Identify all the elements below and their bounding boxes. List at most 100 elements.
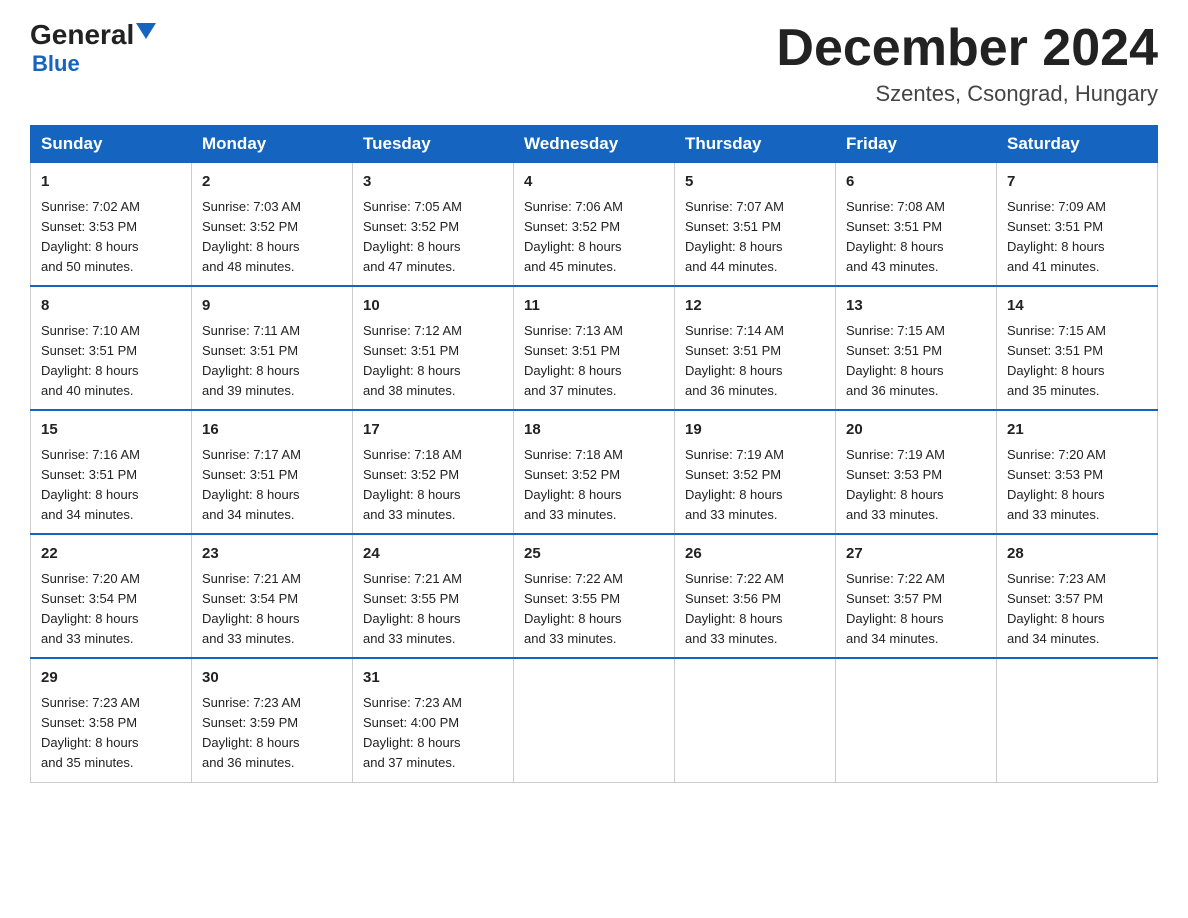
- table-row: 11 Sunrise: 7:13 AM Sunset: 3:51 PM Dayl…: [514, 286, 675, 410]
- day-number: 22: [41, 543, 181, 566]
- cell-info: Sunrise: 7:19 AM Sunset: 3:52 PM Dayligh…: [685, 445, 825, 526]
- day-number: 17: [363, 419, 503, 442]
- day-number: 13: [846, 295, 986, 318]
- logo-triangle-icon: [136, 23, 156, 39]
- table-row: 27 Sunrise: 7:22 AM Sunset: 3:57 PM Dayl…: [836, 534, 997, 658]
- day-number: 1: [41, 171, 181, 194]
- table-row: 22 Sunrise: 7:20 AM Sunset: 3:54 PM Dayl…: [31, 534, 192, 658]
- day-number: 5: [685, 171, 825, 194]
- day-number: 18: [524, 419, 664, 442]
- table-row: 17 Sunrise: 7:18 AM Sunset: 3:52 PM Dayl…: [353, 410, 514, 534]
- cell-info: Sunrise: 7:12 AM Sunset: 3:51 PM Dayligh…: [363, 321, 503, 402]
- cell-info: Sunrise: 7:20 AM Sunset: 3:54 PM Dayligh…: [41, 569, 181, 650]
- table-row: 26 Sunrise: 7:22 AM Sunset: 3:56 PM Dayl…: [675, 534, 836, 658]
- table-row: [836, 658, 997, 782]
- header-friday: Friday: [836, 126, 997, 163]
- table-row: 20 Sunrise: 7:19 AM Sunset: 3:53 PM Dayl…: [836, 410, 997, 534]
- day-number: 8: [41, 295, 181, 318]
- logo-general: General: [30, 20, 134, 51]
- cell-info: Sunrise: 7:11 AM Sunset: 3:51 PM Dayligh…: [202, 321, 342, 402]
- day-number: 20: [846, 419, 986, 442]
- header-thursday: Thursday: [675, 126, 836, 163]
- table-row: 23 Sunrise: 7:21 AM Sunset: 3:54 PM Dayl…: [192, 534, 353, 658]
- table-row: [675, 658, 836, 782]
- calendar-week-row: 1 Sunrise: 7:02 AM Sunset: 3:53 PM Dayli…: [31, 163, 1158, 287]
- table-row: [514, 658, 675, 782]
- logo: General Blue: [30, 20, 156, 77]
- day-number: 11: [524, 295, 664, 318]
- header-monday: Monday: [192, 126, 353, 163]
- day-number: 24: [363, 543, 503, 566]
- calendar-week-row: 22 Sunrise: 7:20 AM Sunset: 3:54 PM Dayl…: [31, 534, 1158, 658]
- title-block: December 2024 Szentes, Csongrad, Hungary: [776, 20, 1158, 107]
- page-header: General Blue December 2024 Szentes, Cson…: [30, 20, 1158, 107]
- day-number: 7: [1007, 171, 1147, 194]
- cell-info: Sunrise: 7:21 AM Sunset: 3:55 PM Dayligh…: [363, 569, 503, 650]
- table-row: 2 Sunrise: 7:03 AM Sunset: 3:52 PM Dayli…: [192, 163, 353, 287]
- cell-info: Sunrise: 7:15 AM Sunset: 3:51 PM Dayligh…: [1007, 321, 1147, 402]
- day-number: 16: [202, 419, 342, 442]
- cell-info: Sunrise: 7:23 AM Sunset: 3:59 PM Dayligh…: [202, 693, 342, 774]
- table-row: 18 Sunrise: 7:18 AM Sunset: 3:52 PM Dayl…: [514, 410, 675, 534]
- calendar-week-row: 29 Sunrise: 7:23 AM Sunset: 3:58 PM Dayl…: [31, 658, 1158, 782]
- cell-info: Sunrise: 7:18 AM Sunset: 3:52 PM Dayligh…: [363, 445, 503, 526]
- cell-info: Sunrise: 7:23 AM Sunset: 4:00 PM Dayligh…: [363, 693, 503, 774]
- day-number: 28: [1007, 543, 1147, 566]
- cell-info: Sunrise: 7:10 AM Sunset: 3:51 PM Dayligh…: [41, 321, 181, 402]
- table-row: 28 Sunrise: 7:23 AM Sunset: 3:57 PM Dayl…: [997, 534, 1158, 658]
- header-saturday: Saturday: [997, 126, 1158, 163]
- header-sunday: Sunday: [31, 126, 192, 163]
- table-row: 15 Sunrise: 7:16 AM Sunset: 3:51 PM Dayl…: [31, 410, 192, 534]
- table-row: 14 Sunrise: 7:15 AM Sunset: 3:51 PM Dayl…: [997, 286, 1158, 410]
- day-number: 25: [524, 543, 664, 566]
- day-number: 29: [41, 667, 181, 690]
- cell-info: Sunrise: 7:22 AM Sunset: 3:55 PM Dayligh…: [524, 569, 664, 650]
- cell-info: Sunrise: 7:09 AM Sunset: 3:51 PM Dayligh…: [1007, 197, 1147, 278]
- cell-info: Sunrise: 7:22 AM Sunset: 3:57 PM Dayligh…: [846, 569, 986, 650]
- table-row: 7 Sunrise: 7:09 AM Sunset: 3:51 PM Dayli…: [997, 163, 1158, 287]
- cell-info: Sunrise: 7:21 AM Sunset: 3:54 PM Dayligh…: [202, 569, 342, 650]
- day-number: 19: [685, 419, 825, 442]
- table-row: 4 Sunrise: 7:06 AM Sunset: 3:52 PM Dayli…: [514, 163, 675, 287]
- table-row: 6 Sunrise: 7:08 AM Sunset: 3:51 PM Dayli…: [836, 163, 997, 287]
- cell-info: Sunrise: 7:06 AM Sunset: 3:52 PM Dayligh…: [524, 197, 664, 278]
- cell-info: Sunrise: 7:22 AM Sunset: 3:56 PM Dayligh…: [685, 569, 825, 650]
- cell-info: Sunrise: 7:17 AM Sunset: 3:51 PM Dayligh…: [202, 445, 342, 526]
- cell-info: Sunrise: 7:14 AM Sunset: 3:51 PM Dayligh…: [685, 321, 825, 402]
- logo-blue: Blue: [32, 51, 80, 77]
- table-row: 13 Sunrise: 7:15 AM Sunset: 3:51 PM Dayl…: [836, 286, 997, 410]
- day-number: 14: [1007, 295, 1147, 318]
- day-number: 31: [363, 667, 503, 690]
- table-row: 8 Sunrise: 7:10 AM Sunset: 3:51 PM Dayli…: [31, 286, 192, 410]
- header-tuesday: Tuesday: [353, 126, 514, 163]
- month-title: December 2024: [776, 20, 1158, 77]
- table-row: 19 Sunrise: 7:19 AM Sunset: 3:52 PM Dayl…: [675, 410, 836, 534]
- table-row: 30 Sunrise: 7:23 AM Sunset: 3:59 PM Dayl…: [192, 658, 353, 782]
- cell-info: Sunrise: 7:13 AM Sunset: 3:51 PM Dayligh…: [524, 321, 664, 402]
- table-row: 10 Sunrise: 7:12 AM Sunset: 3:51 PM Dayl…: [353, 286, 514, 410]
- table-row: 31 Sunrise: 7:23 AM Sunset: 4:00 PM Dayl…: [353, 658, 514, 782]
- cell-info: Sunrise: 7:08 AM Sunset: 3:51 PM Dayligh…: [846, 197, 986, 278]
- cell-info: Sunrise: 7:18 AM Sunset: 3:52 PM Dayligh…: [524, 445, 664, 526]
- day-number: 26: [685, 543, 825, 566]
- table-row: 25 Sunrise: 7:22 AM Sunset: 3:55 PM Dayl…: [514, 534, 675, 658]
- cell-info: Sunrise: 7:23 AM Sunset: 3:57 PM Dayligh…: [1007, 569, 1147, 650]
- day-number: 27: [846, 543, 986, 566]
- day-number: 23: [202, 543, 342, 566]
- day-number: 4: [524, 171, 664, 194]
- day-number: 2: [202, 171, 342, 194]
- cell-info: Sunrise: 7:19 AM Sunset: 3:53 PM Dayligh…: [846, 445, 986, 526]
- table-row: 29 Sunrise: 7:23 AM Sunset: 3:58 PM Dayl…: [31, 658, 192, 782]
- day-number: 30: [202, 667, 342, 690]
- table-row: 12 Sunrise: 7:14 AM Sunset: 3:51 PM Dayl…: [675, 286, 836, 410]
- cell-info: Sunrise: 7:15 AM Sunset: 3:51 PM Dayligh…: [846, 321, 986, 402]
- cell-info: Sunrise: 7:16 AM Sunset: 3:51 PM Dayligh…: [41, 445, 181, 526]
- day-number: 10: [363, 295, 503, 318]
- calendar-table: Sunday Monday Tuesday Wednesday Thursday…: [30, 125, 1158, 782]
- header-wednesday: Wednesday: [514, 126, 675, 163]
- day-number: 15: [41, 419, 181, 442]
- cell-info: Sunrise: 7:23 AM Sunset: 3:58 PM Dayligh…: [41, 693, 181, 774]
- calendar-week-row: 8 Sunrise: 7:10 AM Sunset: 3:51 PM Dayli…: [31, 286, 1158, 410]
- day-number: 12: [685, 295, 825, 318]
- day-number: 21: [1007, 419, 1147, 442]
